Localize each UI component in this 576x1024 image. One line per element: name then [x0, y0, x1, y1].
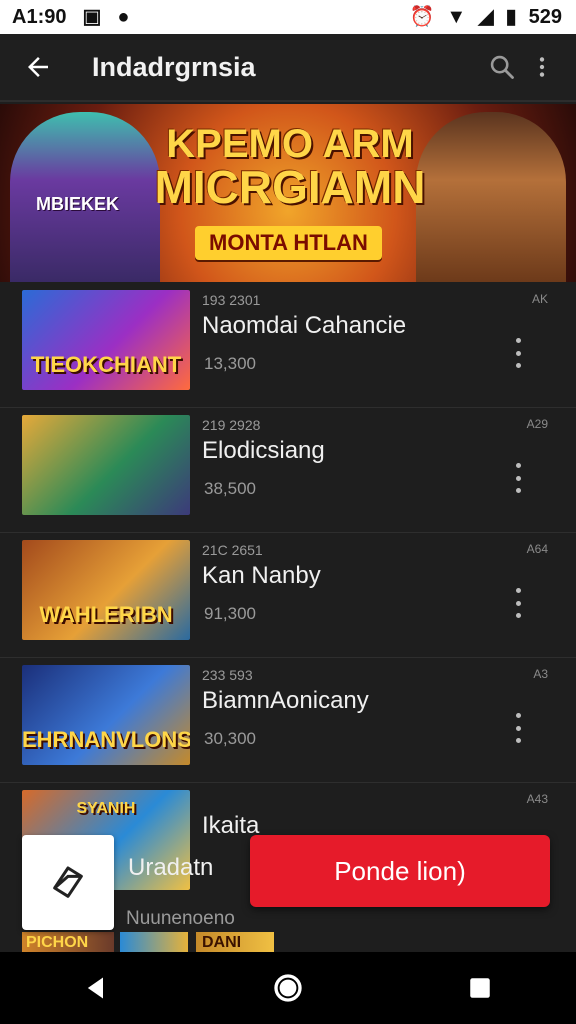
list-item[interactable]: TIEOKCHIANT 193 2301 Naomdai Cahancie 13… — [0, 282, 576, 408]
item-meta: 219 2928 — [202, 417, 261, 433]
status-right: ⏰ ▼ ◢ ▮ 529 — [410, 6, 562, 29]
signal-icon: ◢ — [478, 6, 494, 28]
primary-cta-button[interactable]: Ponde lion) — [250, 835, 550, 907]
item-name: Elodicsiang — [202, 437, 325, 464]
page-title: Indadrgrnsia — [92, 51, 256, 82]
thumbnail-text: TIEOKCHIANT — [30, 352, 182, 377]
item-name: Kan Nanby — [202, 562, 321, 589]
install-sub: Nuunenoeno — [126, 908, 235, 929]
arrow-left-icon — [28, 57, 48, 77]
wifi-icon: ▼ — [446, 6, 467, 28]
nav-back-icon — [87, 977, 103, 999]
list-item[interactable]: 219 2928 Elodicsiang 38,500 A29 — [0, 407, 576, 533]
banner-ribbon: MONTA HTLAN — [195, 226, 382, 260]
battery-level: 529 — [528, 5, 562, 28]
system-nav-bar — [0, 952, 576, 1024]
more-button[interactable] — [522, 47, 562, 87]
thumbnail-text: SYANIH — [76, 800, 136, 817]
item-count: 30,300 — [204, 729, 256, 748]
nav-recents-icon — [470, 978, 490, 998]
thumbnail-text: EHRNANVLONS — [22, 727, 190, 752]
strip-thumbnail: DANI — [196, 932, 274, 954]
status-time: A1:90 — [12, 5, 67, 28]
item-more-button[interactable] — [508, 338, 528, 368]
install-card[interactable] — [22, 835, 114, 930]
dot-icon: ● — [117, 6, 130, 28]
item-more-button[interactable] — [508, 588, 528, 618]
notification-icon: ▣ — [82, 6, 102, 28]
search-button[interactable] — [482, 47, 522, 87]
item-count: 38,500 — [204, 479, 256, 498]
item-meta: 21C 2651 — [202, 542, 263, 558]
item-more-button[interactable] — [508, 463, 528, 493]
item-meta: 193 2301 — [202, 292, 261, 308]
item-corner-label: A64 — [526, 542, 548, 556]
game-thumbnail: EHRNANVLONS — [22, 665, 190, 765]
promo-banner[interactable]: MBIEKEK KPEMO ARM MICRGIAMN MONTA HTLAN — [0, 104, 576, 282]
game-thumbnail: TIEOKCHIANT — [22, 290, 190, 390]
item-more-button[interactable] — [508, 713, 528, 743]
item-count: 91,300 — [204, 604, 256, 623]
item-corner-label: A29 — [526, 417, 548, 431]
nav-recents-button[interactable] — [450, 958, 510, 1018]
item-meta: 233 593 — [202, 667, 253, 683]
status-bar: A1:90 ▣ ● ⏰ ▼ ◢ ▮ 529 — [0, 0, 576, 34]
strip-thumbnail — [120, 932, 188, 954]
list-item[interactable]: EHRNANVLONS 233 593 BiamnAonicany 30,300… — [0, 657, 576, 783]
banner-side-text: MBIEKEK — [36, 194, 120, 214]
battery-icon: ▮ — [505, 6, 517, 28]
game-thumbnail — [22, 415, 190, 515]
alarm-icon: ⏰ — [409, 6, 435, 28]
strip-text: PICHON — [26, 934, 89, 951]
install-label: Uradatn — [128, 854, 214, 881]
banner-title-line2: MICRGIAMN — [154, 161, 426, 213]
thumbnail-text: WAHLERIBN — [39, 602, 173, 627]
strip-text: DANI — [202, 934, 242, 951]
more-vert-icon — [539, 57, 545, 77]
nav-back-button[interactable] — [66, 958, 126, 1018]
package-icon — [53, 866, 83, 898]
item-corner-label: AK — [531, 292, 548, 306]
item-corner-label: A43 — [526, 792, 548, 806]
nav-home-button[interactable] — [258, 958, 318, 1018]
status-left: A1:90 ▣ ● — [12, 6, 129, 29]
list-item[interactable]: WAHLERIBN 21C 2651 Kan Nanby 91,300 A64 — [0, 532, 576, 658]
nav-home-icon — [274, 974, 302, 1002]
app-bar: Indadrgrnsia — [0, 34, 576, 102]
search-icon — [490, 55, 514, 79]
item-name: BiamnAonicany — [202, 687, 369, 714]
back-button[interactable] — [18, 47, 58, 87]
item-count: 13,300 — [204, 354, 256, 373]
item-corner-label: A3 — [533, 667, 548, 681]
item-name: Naomdai Cahancie — [202, 312, 407, 339]
strip-thumbnail: PICHON — [22, 932, 114, 954]
game-thumbnail: WAHLERIBN — [22, 540, 190, 640]
